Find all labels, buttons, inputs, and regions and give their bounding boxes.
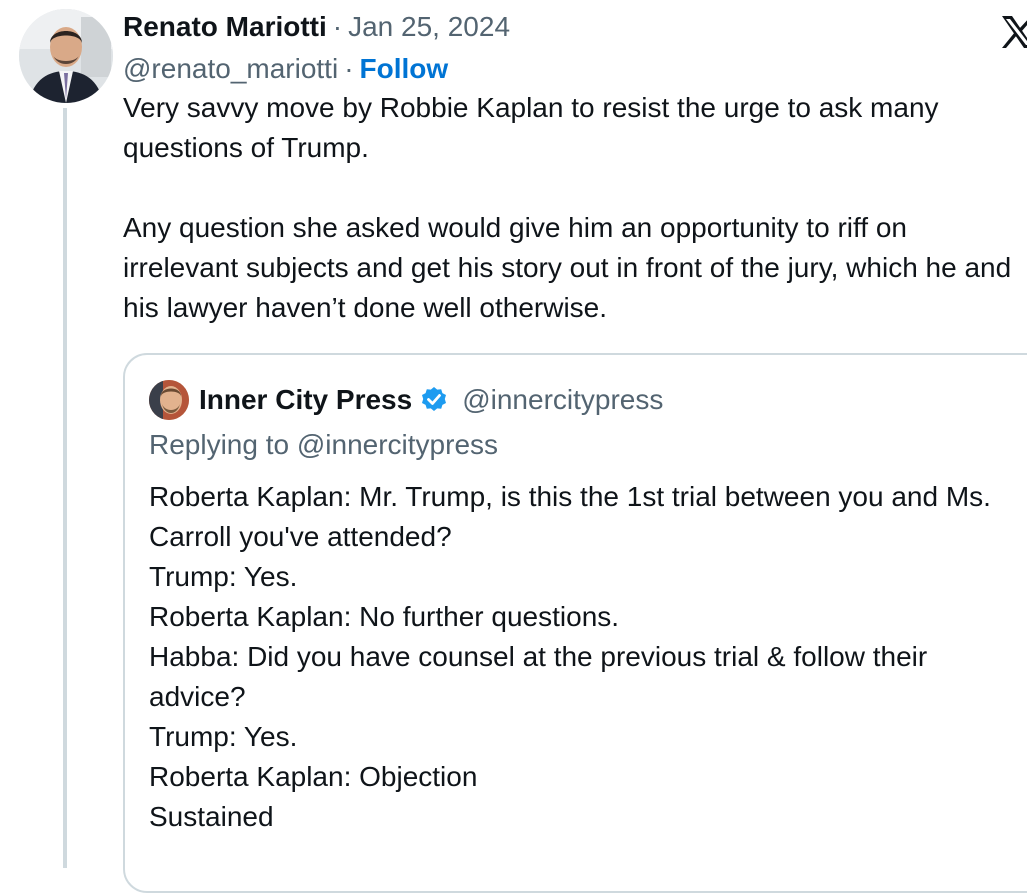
replying-to-label: Replying to @innercitypress [149, 429, 499, 460]
author-name[interactable]: Renato Mariotti [123, 11, 327, 43]
post-date[interactable]: Jan 25, 2024 [348, 11, 510, 43]
post-header: Renato Mariotti · Jan 25, 2024 [123, 8, 510, 46]
quoted-line: Roberta Kaplan: Mr. Trump, is this the 1… [149, 481, 991, 552]
quoted-post-card[interactable]: Inner City Press @innercitypress Replyin… [123, 353, 1027, 893]
quoted-line: Roberta Kaplan: No further questions. [149, 601, 620, 632]
author-handle[interactable]: @renato_mariotti [123, 53, 338, 85]
post-paragraph: Any question she asked would give him an… [123, 212, 1012, 323]
x-logo-icon[interactable] [998, 12, 1027, 52]
separator-dot: · [344, 53, 354, 84]
post-text: Very savvy move by Robbie Kaplan to resi… [123, 88, 1023, 328]
thread-line [63, 108, 67, 868]
quoted-line: Roberta Kaplan: Objection [149, 761, 478, 792]
quoted-author-handle: @innercitypress [462, 384, 664, 415]
author-avatar[interactable] [19, 9, 113, 103]
quoted-line: Habba: Did you have counsel at the previ… [149, 641, 928, 712]
separator-dot: · [332, 11, 343, 42]
quoted-author-name: Inner City Press [199, 384, 413, 415]
quoted-author-avatar [149, 380, 189, 420]
post-subheader: @renato_mariotti · Follow [123, 50, 448, 88]
quoted-post-header: Inner City Press @innercitypress [149, 379, 663, 421]
verified-badge-icon [420, 386, 448, 414]
quoted-post-text: Roberta Kaplan: Mr. Trump, is this the 1… [149, 477, 1019, 837]
follow-button[interactable]: Follow [360, 53, 449, 85]
quoted-line: Trump: Yes. [149, 561, 298, 592]
quoted-line: Sustained [149, 801, 274, 832]
quoted-line: Trump: Yes. [149, 721, 298, 752]
post-paragraph: Very savvy move by Robbie Kaplan to resi… [123, 92, 939, 163]
